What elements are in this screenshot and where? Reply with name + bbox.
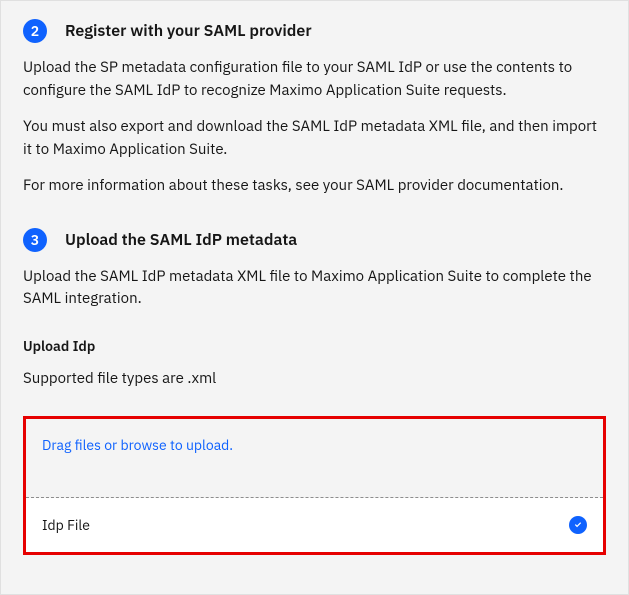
upload-container-highlighted: Drag files or browse to upload. Idp File <box>23 416 606 555</box>
drop-zone-text: Drag files or browse to upload. <box>42 436 233 454</box>
step-2-paragraph-3: For more information about these tasks, … <box>23 175 606 198</box>
upload-success-icon <box>569 516 587 534</box>
step-3-header: 3 Upload the SAML IdP metadata <box>23 228 606 252</box>
step-2-header: 2 Register with your SAML provider <box>23 19 606 43</box>
step-3-number-badge: 3 <box>23 228 47 252</box>
step-3-block: 3 Upload the SAML IdP metadata Upload th… <box>23 228 606 555</box>
step-2-number-badge: 2 <box>23 19 47 43</box>
step-2-paragraph-2: You must also export and download the SA… <box>23 116 606 161</box>
step-2-title: Register with your SAML provider <box>65 21 312 41</box>
step-2-block: 2 Register with your SAML provider Uploa… <box>23 19 606 198</box>
uploaded-file-name: Idp File <box>42 516 90 534</box>
saml-config-panel: 2 Register with your SAML provider Uploa… <box>0 0 629 595</box>
step-2-paragraph-1: Upload the SP metadata configuration fil… <box>23 57 606 102</box>
file-drop-zone[interactable]: Drag files or browse to upload. <box>26 419 603 498</box>
step-3-title: Upload the SAML IdP metadata <box>65 230 297 250</box>
supported-file-types-text: Supported file types are .xml <box>23 369 606 388</box>
uploaded-file-row: Idp File <box>26 498 603 552</box>
upload-section-label: Upload Idp <box>23 337 606 355</box>
step-3-paragraph-1: Upload the SAML IdP metadata XML file to… <box>23 266 606 311</box>
